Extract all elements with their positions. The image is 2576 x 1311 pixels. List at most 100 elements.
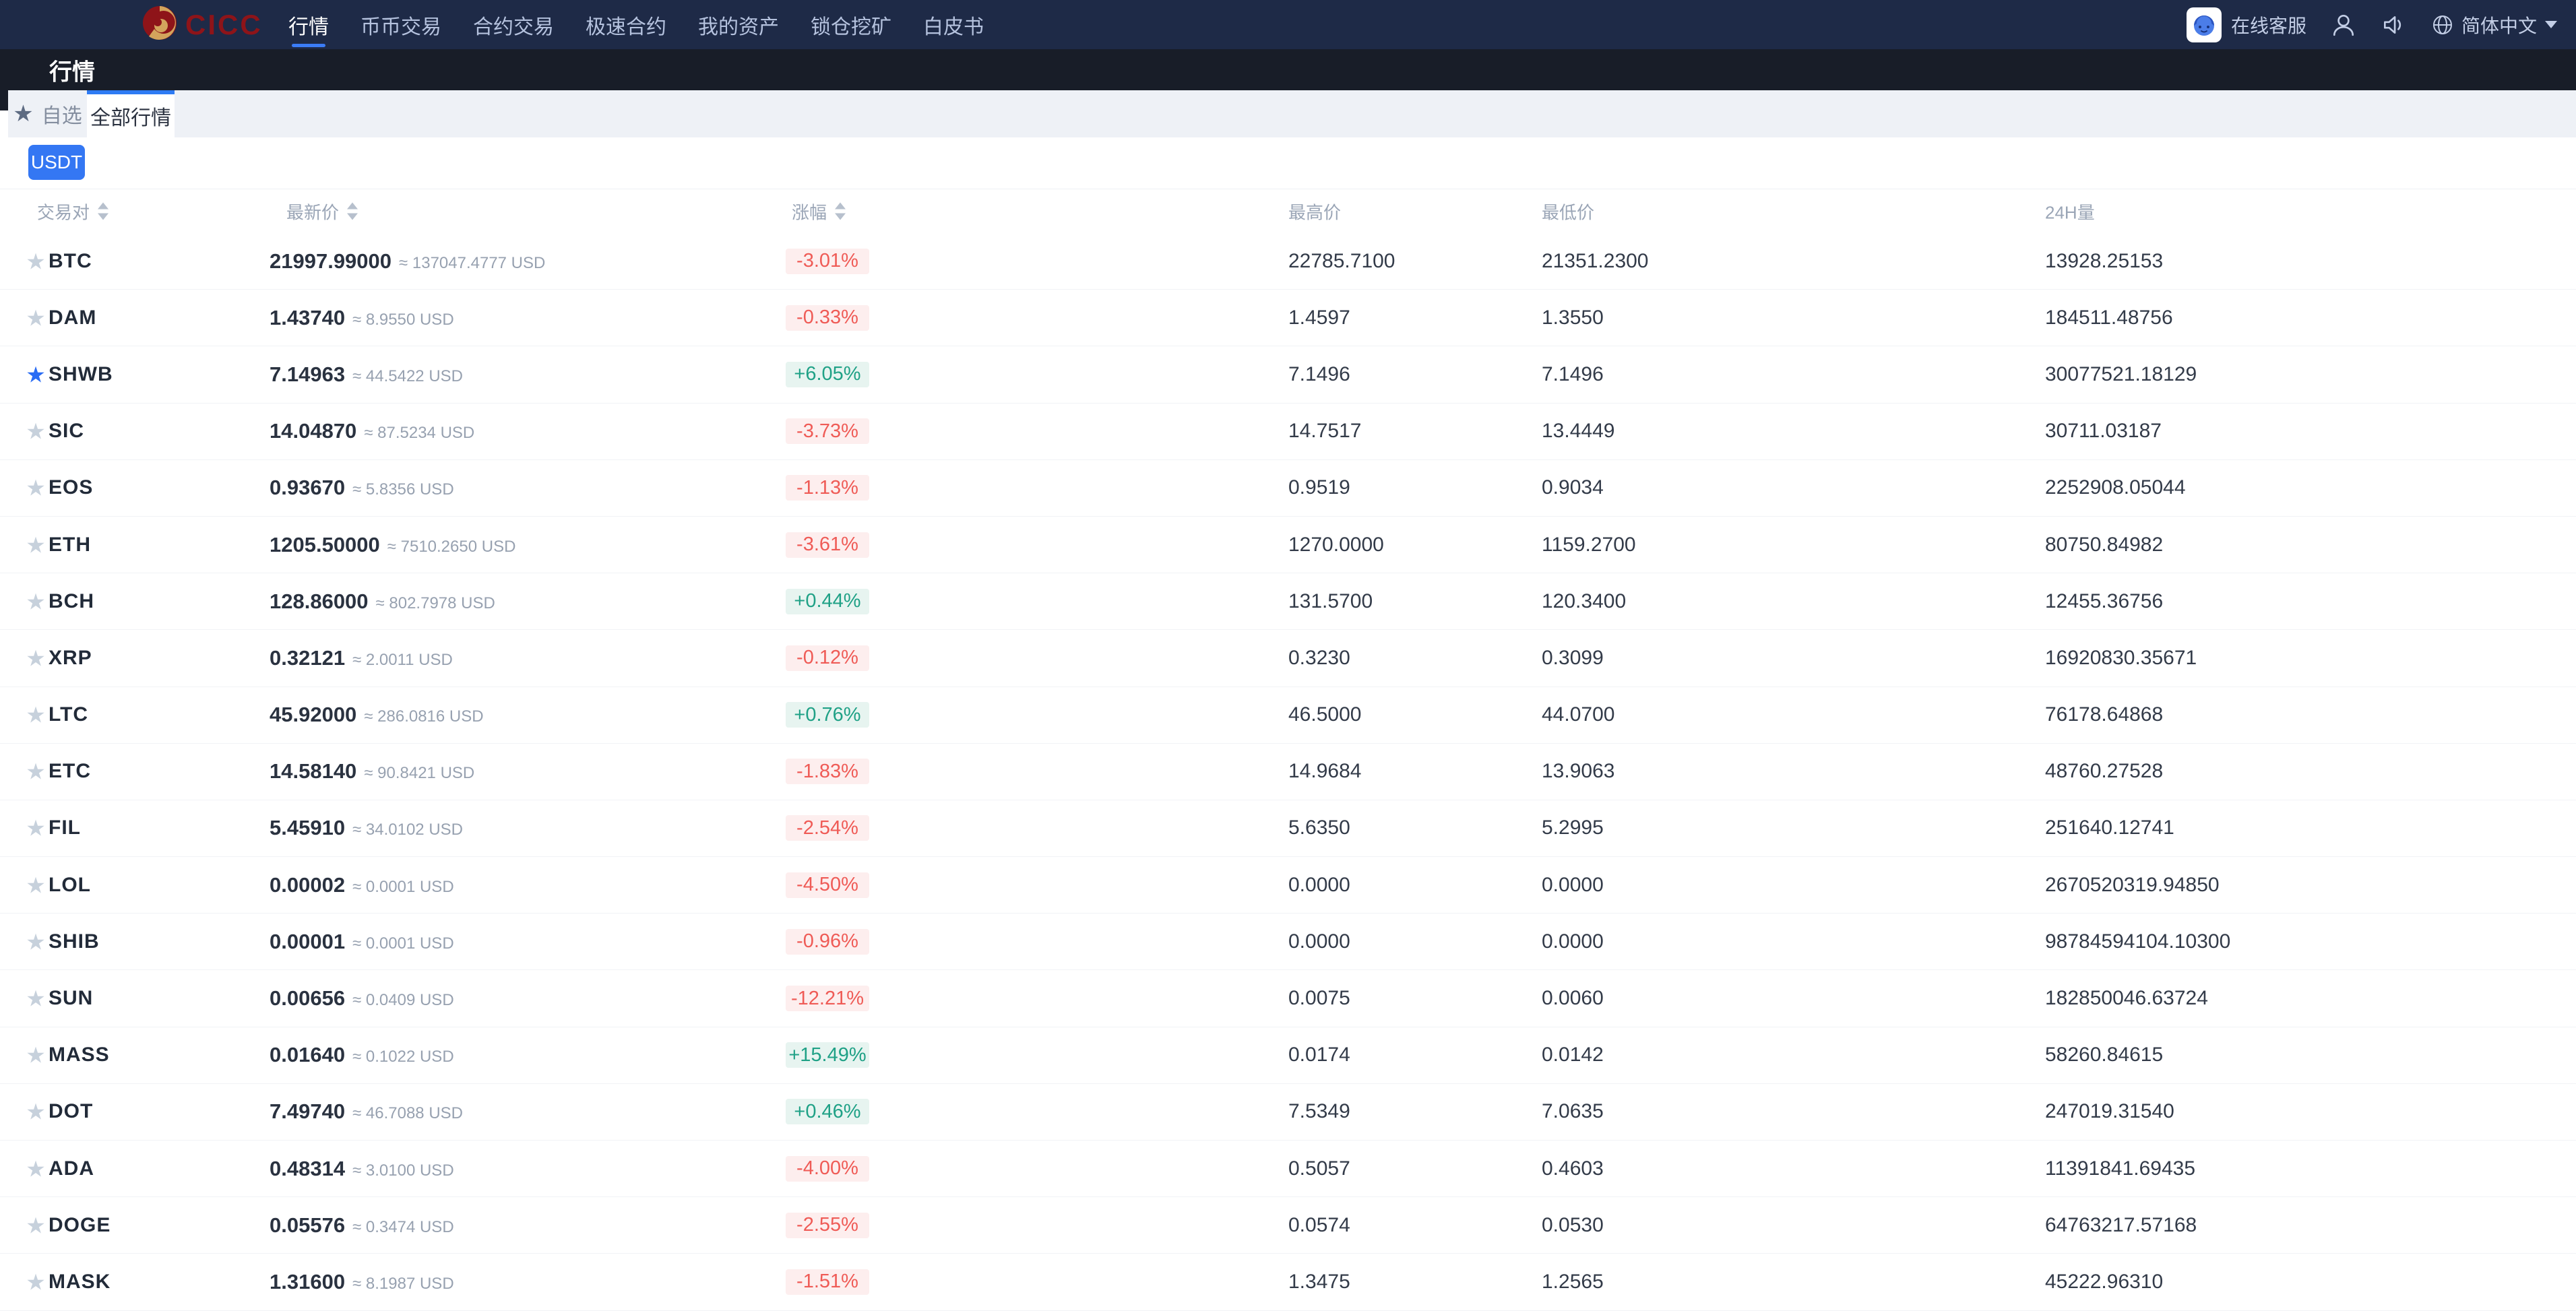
table-row[interactable]: ★ SHWB 7.14963 ≈ 44.5422 USD +6.05% 7.1496 7.1…	[0, 346, 2576, 404]
column-header-2[interactable]: 最新价	[286, 199, 358, 224]
favorite-star-icon[interactable]: ★	[23, 532, 49, 558]
menu-item-3[interactable]: 合约交易	[473, 0, 554, 49]
favorite-star-icon[interactable]: ★	[23, 702, 49, 728]
price-approx-usd: ≈ 137047.4777 USD	[399, 253, 546, 272]
low-price: 7.0635	[1542, 1100, 1604, 1123]
main-menu: 行情 币币交易 合约交易 极速合约 我的资产 锁仓挖矿 白皮书	[288, 0, 984, 49]
high-price: 0.9519	[1288, 476, 1350, 499]
language-selector[interactable]: 简体中文	[2430, 11, 2557, 38]
high-price: 1.4597	[1288, 306, 1350, 329]
latest-price: 0.93670 ≈ 5.8356 USD	[270, 476, 454, 500]
change-badge: +15.49%	[786, 1042, 869, 1068]
menu-item-1[interactable]: 行情	[288, 0, 329, 49]
column-label: 最高价	[1288, 202, 1342, 222]
table-row[interactable]: ★ ADA 0.48314 ≈ 3.0100 USD -4.00% 0.5057 0.460…	[0, 1141, 2576, 1198]
latest-price: 7.14963 ≈ 44.5422 USD	[270, 362, 463, 387]
announcement-speaker-icon[interactable]	[2381, 12, 2406, 38]
latest-price: 5.45910 ≈ 34.0102 USD	[270, 816, 463, 840]
table-row[interactable]: ★ ETH 1205.50000 ≈ 7510.2650 USD -3.61% 1270.…	[0, 517, 2576, 574]
table-row[interactable]: ★ LTC 45.92000 ≈ 286.0816 USD +0.76% 46.5000 4…	[0, 687, 2576, 744]
favorite-star-icon[interactable]: ★	[23, 1042, 49, 1068]
user-icon[interactable]	[2331, 12, 2356, 38]
favorite-star-icon[interactable]: ★	[23, 248, 49, 274]
column-header-1[interactable]: 交易对	[37, 199, 109, 224]
low-price: 7.1496	[1542, 362, 1604, 385]
table-row[interactable]: ★ BTC 21997.99000 ≈ 137047.4777 USD -3.01% 22…	[0, 233, 2576, 290]
tab-favorites[interactable]: ★ 自选	[8, 90, 87, 137]
sort-arrows-icon[interactable]	[347, 202, 358, 220]
high-price: 0.0574	[1288, 1213, 1350, 1236]
price-value: 0.32121	[270, 645, 346, 670]
symbol-label: ETC	[49, 760, 91, 783]
low-price: 0.0060	[1542, 987, 1604, 1010]
sort-arrows-icon[interactable]	[98, 202, 109, 220]
favorite-star-icon[interactable]: ★	[23, 928, 49, 955]
menu-item-4[interactable]: 极速合约	[586, 0, 666, 49]
price-value: 45.92000	[270, 703, 357, 727]
low-price: 13.4449	[1542, 420, 1615, 443]
language-label: 简体中文	[2461, 15, 2537, 36]
favorite-star-icon[interactable]: ★	[23, 1099, 49, 1125]
header-notch	[0, 90, 8, 110]
favorite-star-icon[interactable]: ★	[23, 1212, 49, 1238]
favorite-star-icon[interactable]: ★	[23, 588, 49, 614]
table-row[interactable]: ★ MASK 1.31600 ≈ 8.1987 USD -1.51% 1.3475 1.25…	[0, 1254, 2576, 1311]
low-price: 0.9034	[1542, 476, 1604, 499]
table-row[interactable]: ★ DOT 7.49740 ≈ 46.7088 USD +0.46% 7.5349 7.06…	[0, 1084, 2576, 1141]
table-row[interactable]: ★ DOGE 0.05576 ≈ 0.3474 USD -2.55% 0.0574 0.05…	[0, 1197, 2576, 1254]
volume-24h: 251640.12741	[2045, 817, 2174, 839]
menu-item-5[interactable]: 我的资产	[698, 0, 779, 49]
latest-price: 0.48314 ≈ 3.0100 USD	[270, 1157, 454, 1181]
table-row[interactable]: ★ MASS 0.01640 ≈ 0.1022 USD +15.49% 0.0174 0.0…	[0, 1027, 2576, 1084]
menu-item-2[interactable]: 币币交易	[360, 0, 441, 49]
table-row[interactable]: ★ SIC 14.04870 ≈ 87.5234 USD -3.73% 14.7517 13…	[0, 404, 2576, 460]
brand-logo-icon	[143, 6, 177, 43]
latest-price: 0.01640 ≈ 0.1022 USD	[270, 1043, 454, 1067]
change-badge: -4.00%	[786, 1155, 869, 1182]
favorite-star-icon[interactable]: ★	[23, 759, 49, 785]
low-price: 5.2995	[1542, 817, 1604, 839]
table-row[interactable]: ★ XRP 0.32121 ≈ 2.0011 USD -0.12% 0.3230 0.309…	[0, 630, 2576, 687]
favorite-star-icon[interactable]: ★	[23, 872, 49, 898]
volume-24h: 11391841.69435	[2045, 1157, 2196, 1180]
favorite-star-icon[interactable]: ★	[23, 1155, 49, 1182]
brand-logo[interactable]: CICC	[143, 6, 263, 43]
menu-item-6[interactable]: 锁仓挖矿	[811, 0, 891, 49]
table-row[interactable]: ★ ETC 14.58140 ≈ 90.8421 USD -1.83% 14.9684 13…	[0, 744, 2576, 800]
symbol-label: SHIB	[49, 930, 100, 953]
favorite-star-icon[interactable]: ★	[23, 475, 49, 501]
column-label: 涨幅	[792, 202, 827, 222]
volume-24h: 184511.48756	[2045, 306, 2173, 329]
table-row[interactable]: ★ BCH 128.86000 ≈ 802.7978 USD +0.44% 131.570…	[0, 573, 2576, 631]
tab-all-markets[interactable]: 全部行情	[87, 90, 175, 137]
price-approx-usd: ≈ 0.0001 USD	[352, 877, 454, 896]
high-price: 0.5057	[1288, 1157, 1350, 1180]
table-row[interactable]: ★ EOS 0.93670 ≈ 5.8356 USD -1.13% 0.9519 0.903…	[0, 460, 2576, 517]
latest-price: 0.00001 ≈ 0.0001 USD	[270, 930, 454, 954]
favorite-star-icon[interactable]: ★	[23, 361, 49, 387]
favorite-star-icon[interactable]: ★	[23, 815, 49, 841]
sort-arrows-icon[interactable]	[835, 202, 846, 220]
change-badge: +0.44%	[786, 588, 869, 614]
change-badge: -2.55%	[786, 1212, 869, 1238]
table-row[interactable]: ★ DAM 1.43740 ≈ 8.9550 USD -0.33% 1.4597 1.355…	[0, 290, 2576, 347]
symbol-label: DOGE	[49, 1213, 111, 1236]
table-row[interactable]: ★ FIL 5.45910 ≈ 34.0102 USD -2.54% 5.6350 5.29…	[0, 800, 2576, 858]
table-row[interactable]: ★ SHIB 0.00001 ≈ 0.0001 USD -0.96% 0.0000 0.00…	[0, 914, 2576, 971]
favorite-star-icon[interactable]: ★	[23, 305, 49, 331]
favorite-star-icon[interactable]: ★	[23, 645, 49, 671]
high-price: 46.5000	[1288, 703, 1362, 726]
table-row[interactable]: ★ LOL 0.00002 ≈ 0.0001 USD -4.50% 0.0000 0.000…	[0, 857, 2576, 914]
latest-price: 14.58140 ≈ 90.8421 USD	[270, 759, 474, 784]
menu-item-7[interactable]: 白皮书	[923, 0, 984, 49]
favorite-star-icon[interactable]: ★	[23, 1269, 49, 1295]
high-price: 1270.0000	[1288, 533, 1384, 556]
favorite-star-icon[interactable]: ★	[23, 418, 49, 445]
price-approx-usd: ≈ 90.8421 USD	[364, 764, 475, 783]
column-header-3[interactable]: 涨幅	[792, 199, 846, 224]
table-row[interactable]: ★ SUN 0.00656 ≈ 0.0409 USD -12.21% 0.0075 0.00…	[0, 970, 2576, 1027]
usdt-filter-button[interactable]: USDT	[28, 145, 85, 180]
price-value: 0.05576	[270, 1213, 346, 1237]
customer-service-button[interactable]: 在线客服	[2186, 7, 2306, 42]
favorite-star-icon[interactable]: ★	[23, 986, 49, 1012]
